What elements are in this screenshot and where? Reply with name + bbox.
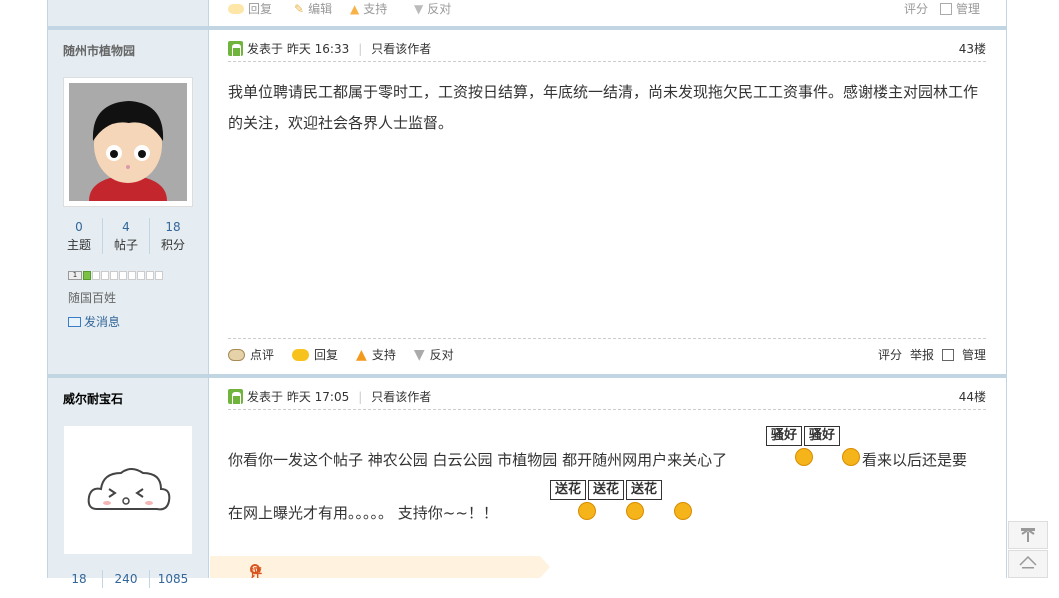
level-empty-icon	[128, 271, 136, 280]
arrow-up-icon: ▲	[350, 1, 360, 16]
author-stats: 0 主题 4 帖子 18 积分	[56, 218, 196, 254]
author-stats: 18 240 1085	[56, 570, 196, 588]
level-empty-icon	[110, 271, 118, 280]
comment-icon	[228, 348, 245, 361]
online-status-icon	[228, 389, 243, 405]
level-empty-icon	[92, 271, 100, 280]
stat-posts[interactable]: 4 帖子	[102, 218, 149, 254]
smile-icon	[578, 502, 596, 520]
checkbox-icon	[940, 2, 952, 15]
only-author-link[interactable]: 只看该作者	[371, 40, 431, 57]
manage-checkbox[interactable]	[941, 348, 954, 361]
rate-link[interactable]: 评分	[878, 346, 902, 363]
floor-number[interactable]: 43楼	[959, 40, 986, 57]
only-author-link[interactable]: 只看该作者	[371, 388, 431, 405]
author-name[interactable]: 随州市植物园	[63, 42, 135, 59]
level-empty-icon	[146, 271, 154, 280]
prev-post-sidebar	[48, 0, 209, 26]
post-body: 我单位聘请民工都属于零时工，工资按日结算，年底统一结清，尚未发现拖欠民工工资事件…	[228, 83, 979, 132]
pencil-icon: ✎	[294, 1, 305, 16]
emoji-flower-signs: 送花 送花 送花	[550, 480, 663, 500]
emoji-sign: 骚好	[804, 426, 841, 446]
smile-icon	[626, 502, 644, 520]
reply-icon	[228, 3, 244, 14]
post-footer: 点评 回复 ▲ 支持 ▼ 反对 评分 举报 管理	[228, 338, 986, 370]
emoji-sign: 送花	[588, 480, 625, 500]
stat-topics[interactable]: 18	[56, 570, 102, 588]
avatar[interactable]	[63, 425, 193, 555]
envelope-icon	[68, 316, 81, 327]
prev-reply-button[interactable]: 回复	[228, 0, 272, 17]
stat-points[interactable]: 1085	[149, 570, 196, 588]
back-to-top-button[interactable]	[1008, 550, 1048, 578]
emoji-good-signs: 骚好 骚好	[766, 426, 841, 446]
emoji-sign: 送花	[626, 480, 663, 500]
floor-number[interactable]: 44楼	[959, 388, 986, 405]
level-empty-icon	[137, 271, 145, 280]
smile-icon	[674, 502, 692, 520]
post-44-main: 发表于 昨天 17:05 | 只看该作者 44楼 你看你一发这个帖子 神农公园 …	[210, 378, 1006, 578]
stat-topics[interactable]: 0 主题	[56, 218, 102, 254]
post-43-main: 发表于 昨天 16:33 | 只看该作者 43楼 我单位聘请民工都属于零时工，工…	[210, 30, 1006, 374]
prev-oppose-button[interactable]: ▼ 反对	[414, 0, 451, 17]
smile-icon	[795, 448, 813, 466]
post-43-sidebar: 随州市植物园 0 主题 4 帖子 18 积分 1 随国百姓 发消息	[48, 30, 209, 374]
avatar[interactable]	[63, 77, 193, 207]
post-body-line-2: 在网上曝光才有用。。。。。 支持你~~！！	[228, 504, 498, 522]
stat-points[interactable]: 18 积分	[149, 218, 196, 254]
support-button[interactable]: ▲ 支持	[356, 346, 396, 363]
emoji-sign: 骚好	[766, 426, 803, 446]
prev-rate-button[interactable]: 评分	[904, 0, 928, 17]
post-body-line-1-end: 看来以后还是要	[862, 451, 968, 469]
comment-button[interactable]: 点评	[228, 346, 274, 363]
arrow-up-icon: ▲	[356, 346, 367, 363]
oppose-button[interactable]: ▼ 反对	[414, 346, 454, 363]
post-header: 发表于 昨天 17:05 | 只看该作者 44楼	[228, 384, 986, 410]
reply-icon	[292, 348, 310, 361]
emoji-sign: 送花	[550, 480, 587, 500]
post-44-sidebar: 威尔耐宝石 18 240 1085	[48, 378, 209, 588]
reply-button[interactable]: 回复	[292, 346, 338, 363]
prev-post-footer: 回复 ✎ 编辑 ▲ 支持 ▼ 反对 评分 管理	[210, 0, 1006, 24]
scroll-up-button[interactable]	[1008, 521, 1048, 549]
post-body-line-1: 你看你一发这个帖子 神农公园 白云公园 市植物园 都开随州网用户来关心了	[228, 451, 728, 469]
prev-manage-checkbox[interactable]: 管理	[940, 0, 980, 17]
report-link[interactable]: 举报	[910, 346, 934, 363]
thread-container: 回复 ✎ 编辑 ▲ 支持 ▼ 反对 评分 管理 随州市植物园 0 主题 4 帖子…	[47, 0, 1007, 588]
level-empty-icon	[101, 271, 109, 280]
avatar-image	[69, 83, 187, 201]
level-stars: 1	[68, 271, 163, 280]
divider: |	[358, 389, 363, 404]
scroll-top-icon	[1021, 528, 1035, 542]
user-rank: 随国百姓	[68, 291, 117, 305]
level-empty-icon	[155, 271, 163, 280]
level-empty-icon	[119, 271, 127, 280]
online-status-icon	[228, 41, 243, 57]
manage-label: 管理	[961, 348, 986, 362]
arrow-up-icon	[1019, 555, 1037, 569]
prev-support-button[interactable]: ▲ 支持	[350, 0, 387, 17]
divider: |	[358, 41, 363, 56]
stat-posts[interactable]: 240	[102, 570, 149, 588]
level-filled-icon	[83, 271, 91, 280]
author-name[interactable]: 威尔耐宝石	[63, 390, 123, 407]
post-header: 发表于 昨天 16:33 | 只看该作者 43楼	[228, 36, 986, 62]
arrow-down-icon: ▼	[413, 346, 425, 363]
prev-edit-button[interactable]: ✎ 编辑	[294, 0, 332, 17]
rating-panel[interactable]: 评分	[210, 556, 550, 578]
level-badge: 1	[68, 271, 82, 280]
avatar-image	[69, 431, 187, 549]
send-message-link[interactable]: 发消息	[68, 313, 120, 330]
arrow-down-icon: ▼	[414, 1, 424, 16]
smile-icon	[842, 448, 860, 466]
